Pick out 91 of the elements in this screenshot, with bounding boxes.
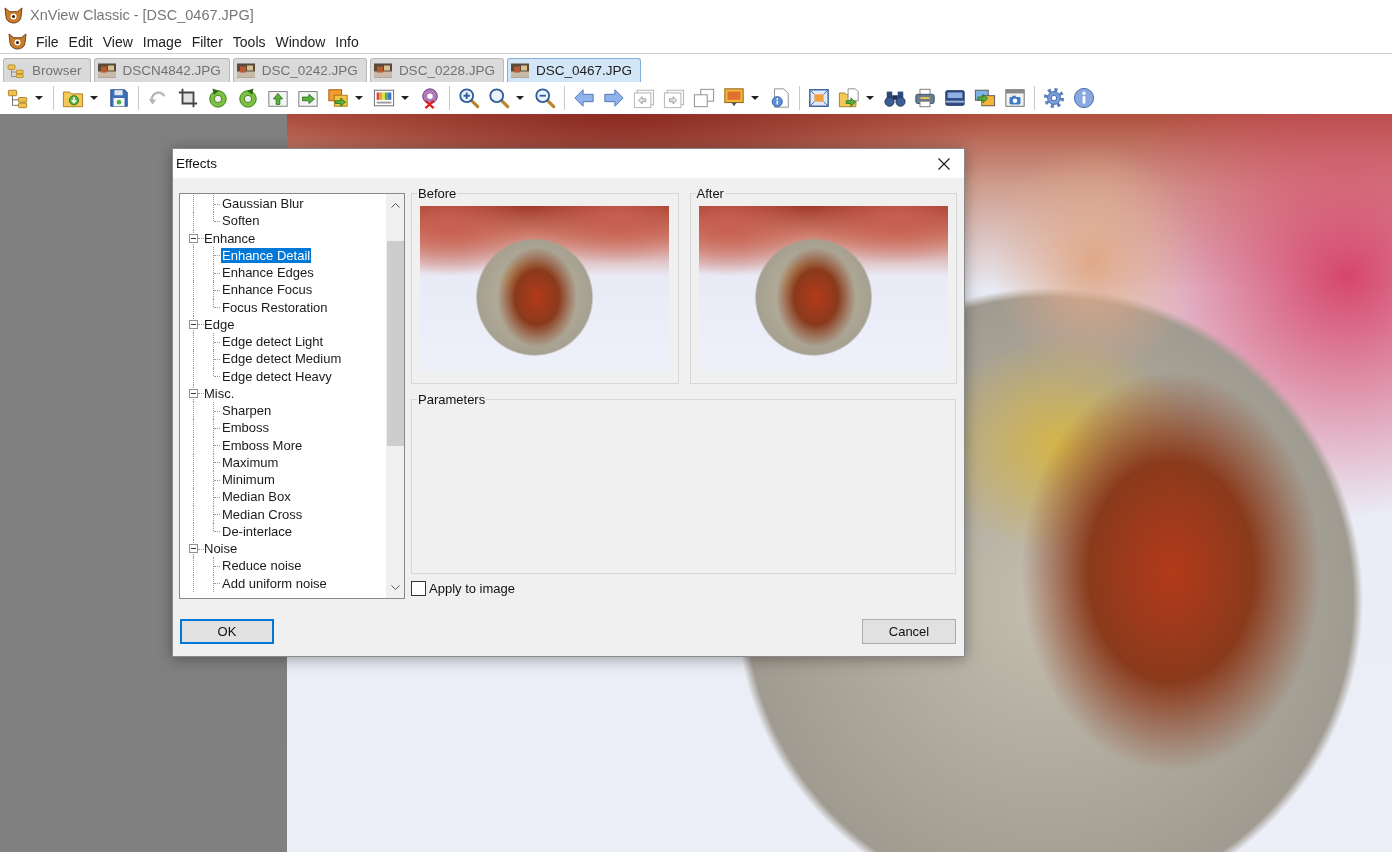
dropdown-caret-icon[interactable] [516, 96, 524, 100]
crop-icon[interactable] [177, 87, 199, 109]
dialog-title: Effects [176, 156, 218, 171]
eye-cross-icon[interactable] [419, 87, 441, 109]
minus-box-icon[interactable] [189, 233, 198, 243]
tree-item[interactable]: Soften [221, 213, 261, 229]
document-info-icon[interactable] [769, 87, 791, 109]
tree-item[interactable]: Enhance Focus [221, 282, 314, 298]
tree-item[interactable]: Emboss More [221, 437, 304, 453]
app-icon [4, 6, 23, 24]
tree-item[interactable]: Gaussian Blur [221, 196, 305, 212]
folder-copy-icon[interactable] [838, 87, 860, 109]
images-swap-icon[interactable] [974, 87, 996, 109]
tab[interactable]: DSC_0467.JPG [506, 58, 641, 82]
tree-item[interactable]: De-interlace [221, 523, 294, 539]
checkbox[interactable] [411, 581, 426, 596]
dropdown-caret-icon[interactable] [35, 96, 43, 100]
tree-item[interactable]: Enhance Detail [221, 247, 312, 263]
scrollbar-thumb[interactable] [386, 241, 404, 446]
folder-tree-icon [7, 63, 25, 78]
tree-item[interactable]: Sharpen [221, 403, 273, 419]
tab[interactable]: DSC_0242.JPG [232, 58, 367, 82]
tree-item[interactable]: Edge detect Heavy [221, 368, 333, 384]
thumbnail-icon [510, 63, 529, 78]
camera-window-icon[interactable] [1004, 87, 1026, 109]
ok-button[interactable]: OK [180, 619, 274, 644]
tree-item[interactable]: Median Cross [221, 506, 304, 522]
tab[interactable]: DSCN4842.JPG [93, 58, 230, 82]
menu-item[interactable]: File [31, 33, 64, 50]
tree-group-item[interactable]: Noise [203, 541, 239, 557]
scrollbar-track[interactable] [386, 194, 404, 598]
minus-box-icon[interactable] [189, 388, 198, 398]
tree-item[interactable]: Emboss [221, 420, 270, 436]
scanner-icon[interactable] [944, 87, 966, 109]
minus-box-icon[interactable] [189, 319, 198, 329]
dropdown-caret-icon[interactable] [751, 96, 759, 100]
menu-item[interactable]: Edit [63, 33, 98, 50]
close-icon[interactable] [938, 157, 950, 170]
folder-tree-icon[interactable] [7, 87, 29, 109]
tree-item[interactable]: Edge detect Medium [221, 351, 343, 367]
printer-icon[interactable] [914, 87, 936, 109]
slideshow-icon[interactable] [723, 87, 745, 109]
chevron-down-icon[interactable] [390, 584, 400, 590]
thumbnail-icon [97, 63, 116, 78]
tab[interactable]: DSC_0228.JPG [369, 58, 504, 82]
tree-item[interactable]: Maximum [221, 454, 280, 470]
info-icon[interactable] [1073, 87, 1095, 109]
group-label: Before [417, 186, 458, 201]
menu-item[interactable]: Info [330, 33, 364, 50]
dropdown-caret-icon[interactable] [866, 96, 874, 100]
arrow-left-icon[interactable] [573, 87, 595, 109]
group-label: After [695, 186, 725, 201]
arrow-right-icon[interactable] [603, 87, 625, 109]
rotate-left-icon[interactable] [207, 87, 229, 109]
magnifier-icon[interactable] [488, 87, 510, 109]
menu-item[interactable]: Window [270, 33, 331, 50]
app-icon[interactable] [8, 33, 27, 50]
menu-item[interactable]: View [97, 33, 138, 50]
zoom-in-icon[interactable] [458, 87, 480, 109]
checkbox-label[interactable]: Apply to image [429, 581, 515, 596]
color-bars-icon[interactable] [373, 87, 395, 109]
menu-item[interactable]: Tools [227, 33, 271, 50]
settings-icon[interactable] [1043, 87, 1065, 109]
cancel-button[interactable]: Cancel [862, 619, 956, 644]
dropdown-caret-icon[interactable] [401, 96, 409, 100]
rotate-right-icon[interactable] [237, 87, 259, 109]
tree-item[interactable]: Minimum [221, 472, 276, 488]
thumbnail-icon [373, 63, 392, 78]
thumbnail-icon [236, 63, 255, 78]
tree-group-item[interactable]: Misc. [203, 385, 236, 401]
tree-group-item[interactable]: Enhance [203, 230, 257, 246]
dropdown-caret-icon[interactable] [90, 96, 98, 100]
minus-box-icon[interactable] [189, 544, 198, 554]
fit-screen-icon[interactable] [808, 87, 830, 109]
tree-item[interactable]: Median Box [221, 489, 292, 505]
dropdown-caret-icon[interactable] [355, 96, 363, 100]
tree-item[interactable]: Focus Restoration [221, 299, 329, 315]
tree-item[interactable]: Enhance Edges [221, 265, 315, 281]
zoom-out-icon[interactable] [534, 87, 556, 109]
menu-item[interactable]: Filter [186, 33, 228, 50]
images-arrow-icon[interactable] [327, 87, 349, 109]
group-label: Parameters [417, 392, 487, 407]
tab[interactable]: Browser [3, 58, 91, 82]
window-title: XnView Classic - [DSC_0467.JPG] [30, 7, 254, 23]
tree-item[interactable]: Reduce noise [221, 558, 303, 574]
tree-item[interactable]: Edge detect Light [221, 334, 325, 350]
tree-item[interactable]: Add uniform noise [221, 575, 328, 591]
chevron-up-icon[interactable] [390, 202, 400, 208]
tree-group-item[interactable]: Edge [203, 316, 236, 332]
stacked-pages-icon[interactable] [693, 87, 715, 109]
menu-item[interactable]: Image [137, 33, 187, 50]
